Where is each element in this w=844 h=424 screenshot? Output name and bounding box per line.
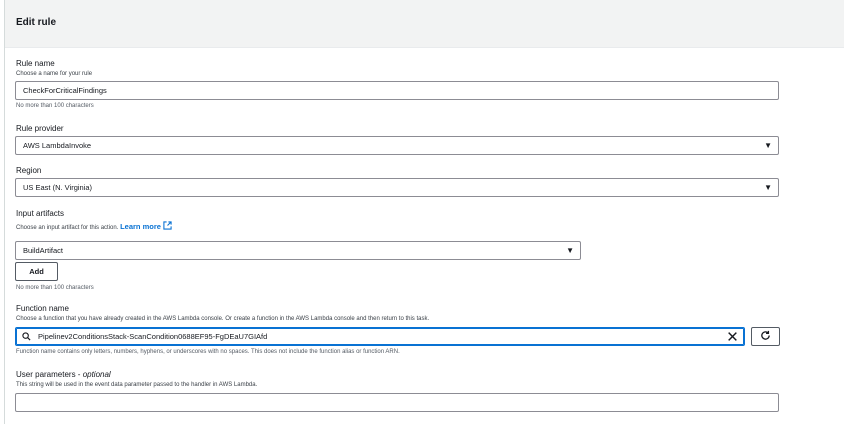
refresh-icon (761, 330, 770, 340)
function-name-description: Choose a function that you have already … (16, 316, 430, 322)
user-parameters-description: This string will be used in the event da… (16, 382, 258, 388)
function-name-constraint: Function name contains only letters, num… (16, 349, 400, 355)
input-artifacts-label: Input artifacts (16, 209, 65, 218)
caret-down-icon: ▼ (764, 141, 772, 150)
user-parameters-label: User parameters - optional (16, 370, 111, 379)
function-name-value: Pipelinev2ConditionsStack-ScanCondition0… (38, 332, 268, 341)
rule-name-label: Rule name (16, 59, 55, 68)
rule-name-input[interactable]: CheckForCriticalFindings (15, 81, 779, 100)
refresh-button[interactable] (751, 327, 780, 346)
input-artifact-value: BuildArtifact (23, 246, 64, 255)
external-link-icon (163, 221, 172, 230)
input-artifacts-description: Choose an input artifact for this action… (16, 221, 172, 231)
rule-provider-label: Rule provider (16, 124, 64, 133)
user-parameters-input[interactable] (15, 393, 779, 412)
rule-provider-select[interactable]: AWS LambdaInvoke ▼ (15, 136, 779, 155)
optional-tag: optional (82, 370, 111, 379)
function-name-label: Function name (16, 304, 69, 313)
caret-down-icon: ▼ (566, 246, 574, 255)
learn-more-link[interactable]: Learn more (120, 221, 172, 231)
rule-name-constraint: No more than 100 characters (16, 103, 94, 109)
caret-down-icon: ▼ (764, 183, 772, 192)
clear-icon[interactable] (727, 331, 738, 342)
region-value: US East (N. Virginia) (23, 183, 93, 192)
rule-provider-value: AWS LambdaInvoke (23, 141, 92, 150)
learn-more-text: Learn more (120, 222, 161, 231)
input-artifacts-description-text: Choose an input artifact for this action… (16, 225, 119, 231)
function-name-search-input[interactable]: Pipelinev2ConditionsStack-ScanCondition0… (15, 327, 745, 346)
left-border (4, 0, 5, 424)
input-artifact-select[interactable]: BuildArtifact ▼ (15, 241, 581, 260)
panel-header (5, 0, 844, 48)
add-artifact-button[interactable]: Add (15, 262, 58, 281)
rule-name-description: Choose a name for your rule (16, 71, 93, 77)
search-icon (22, 332, 31, 341)
input-artifacts-constraint: No more than 100 characters (16, 285, 94, 291)
page-title: Edit rule (16, 17, 57, 28)
region-select[interactable]: US East (N. Virginia) ▼ (15, 178, 779, 197)
user-parameters-label-text: User parameters (16, 370, 76, 379)
region-label: Region (16, 166, 42, 175)
